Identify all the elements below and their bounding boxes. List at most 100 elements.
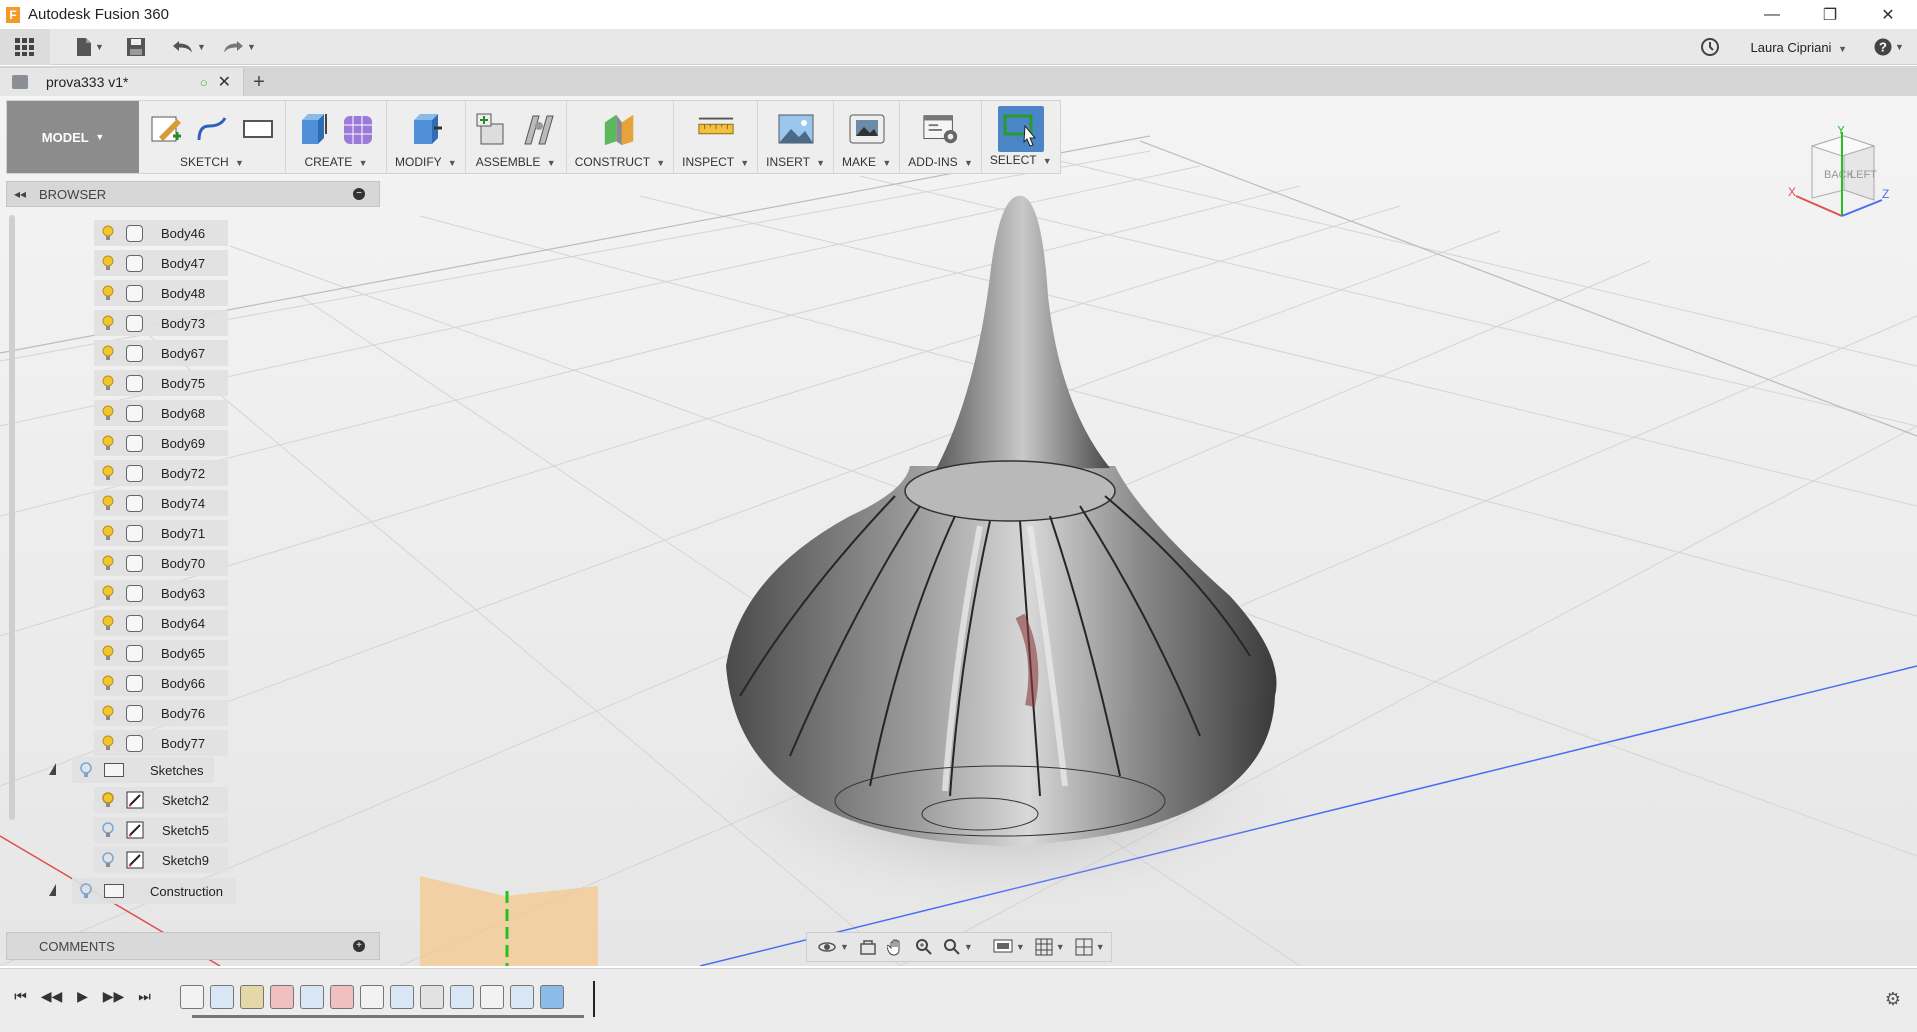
cube-face-left[interactable]: LEFT xyxy=(1850,169,1877,181)
visibility-bulb-icon[interactable] xyxy=(100,405,116,421)
assemble-menu[interactable]: ASSEMBLE ▼ xyxy=(476,155,556,169)
insert-image-button[interactable] xyxy=(777,110,815,148)
browser-body-row[interactable]: Body63 xyxy=(94,580,228,606)
browser-body-row[interactable]: Body66 xyxy=(94,670,228,696)
offset-plane-button[interactable] xyxy=(601,110,639,148)
workspace-switcher[interactable]: MODEL ▼ xyxy=(7,101,139,173)
browser-body-row[interactable]: Body64 xyxy=(94,610,228,636)
timeline-feature-plane-icon[interactable] xyxy=(240,985,264,1009)
browser-sketch-row[interactable]: Sketch5 xyxy=(94,817,228,843)
file-menu-button[interactable]: ▼ xyxy=(64,29,116,65)
timeline-feature-sphere-icon[interactable] xyxy=(540,985,564,1009)
browser-sketch-row[interactable]: Sketch9 xyxy=(94,847,228,873)
visibility-bulb-icon[interactable] xyxy=(100,495,116,511)
minimize-button[interactable]: — xyxy=(1743,0,1801,29)
grid-settings-button[interactable]: ▼ xyxy=(1031,934,1069,960)
browser-body-row[interactable]: Body76 xyxy=(94,700,228,726)
visibility-bulb-icon[interactable] xyxy=(100,255,116,271)
timeline-feature-plane-icon[interactable] xyxy=(300,985,324,1009)
measure-button[interactable] xyxy=(697,110,735,148)
expand-sketches-icon[interactable] xyxy=(49,763,56,775)
visibility-bulb-icon[interactable] xyxy=(100,675,116,691)
add-comment-icon[interactable]: + xyxy=(353,940,365,952)
viewports-button[interactable]: ▼ xyxy=(1071,934,1109,960)
data-panel-button[interactable] xyxy=(0,28,50,65)
save-button[interactable] xyxy=(116,29,156,65)
new-component-button[interactable] xyxy=(474,110,512,148)
timeline-feature-sketch-icon[interactable] xyxy=(360,985,384,1009)
comments-panel-header[interactable]: COMMENTS + xyxy=(6,932,380,960)
visibility-bulb-icon[interactable] xyxy=(100,585,116,601)
create-sketch-button[interactable] xyxy=(147,110,185,148)
visibility-bulb-icon[interactable] xyxy=(100,435,116,451)
inspect-menu[interactable]: INSPECT ▼ xyxy=(682,155,749,169)
browser-body-row[interactable]: Body77 xyxy=(94,730,228,756)
timeline-feature-combine-icon[interactable] xyxy=(450,985,474,1009)
expand-construction-icon[interactable] xyxy=(49,884,56,896)
browser-body-row[interactable]: Body46 xyxy=(94,220,228,246)
visibility-bulb-icon[interactable] xyxy=(100,645,116,661)
minimize-panel-icon[interactable]: − xyxy=(353,188,365,200)
look-at-button[interactable] xyxy=(855,934,881,960)
visibility-bulb-icon[interactable] xyxy=(100,792,116,808)
browser-scrollbar[interactable] xyxy=(9,215,15,820)
view-cube[interactable]: BACK LEFT X Y Z xyxy=(1782,123,1892,226)
visibility-bulb-icon[interactable] xyxy=(100,615,116,631)
redo-button[interactable]: ▼ xyxy=(214,29,264,65)
addins-menu[interactable]: ADD-INS ▼ xyxy=(908,155,973,169)
form-button[interactable] xyxy=(340,110,378,148)
browser-body-row[interactable]: Body48 xyxy=(94,280,228,306)
undo-button[interactable]: ▼ xyxy=(164,29,214,65)
browser-body-row[interactable]: Body69 xyxy=(94,430,228,456)
visibility-bulb-icon[interactable] xyxy=(100,465,116,481)
timeline-feature-surface-icon[interactable] xyxy=(270,985,294,1009)
folder-construction[interactable]: Construction xyxy=(72,878,236,904)
collapse-panel-icon[interactable]: ◂◂ xyxy=(7,187,33,201)
create-menu[interactable]: CREATE ▼ xyxy=(304,155,367,169)
visibility-bulb-icon[interactable] xyxy=(100,705,116,721)
browser-body-row[interactable]: Body72 xyxy=(94,460,228,486)
close-tab-icon[interactable]: ✕ xyxy=(218,72,231,92)
visibility-bulb-icon[interactable] xyxy=(100,285,116,301)
browser-body-row[interactable]: Body71 xyxy=(94,520,228,546)
3d-print-button[interactable] xyxy=(848,110,886,148)
extrude-button[interactable] xyxy=(294,110,332,148)
visibility-bulb-icon[interactable] xyxy=(78,883,94,899)
timeline-settings-gear-icon[interactable]: ⚙ xyxy=(1885,989,1901,1010)
sketch-menu[interactable]: SKETCH ▼ xyxy=(180,155,244,169)
job-status-button[interactable] xyxy=(1695,29,1725,65)
display-settings-button[interactable]: ▼ xyxy=(989,934,1029,960)
document-tab[interactable]: prova333 v1* ○ ✕ xyxy=(0,68,244,96)
go-to-start-button[interactable]: ⏮ xyxy=(8,983,33,1009)
browser-body-row[interactable]: Body68 xyxy=(94,400,228,426)
restore-button[interactable]: ❐ xyxy=(1801,0,1859,29)
help-button[interactable]: ? ▼ xyxy=(1869,29,1909,65)
timeline-feature-extrude-icon[interactable] xyxy=(390,985,414,1009)
browser-body-row[interactable]: Body70 xyxy=(94,550,228,576)
timeline-feature-move-icon[interactable] xyxy=(420,985,444,1009)
construct-menu[interactable]: CONSTRUCT ▼ xyxy=(575,155,665,169)
line-tool-button[interactable] xyxy=(193,110,231,148)
browser-body-row[interactable]: Body74 xyxy=(94,490,228,516)
browser-body-row[interactable]: Body67 xyxy=(94,340,228,366)
timeline-feature-revolve-icon[interactable] xyxy=(210,985,234,1009)
visibility-bulb-icon[interactable] xyxy=(100,225,116,241)
close-window-button[interactable]: ✕ xyxy=(1859,0,1917,29)
rectangle-tool-button[interactable] xyxy=(239,110,277,148)
visibility-bulb-icon[interactable] xyxy=(100,525,116,541)
timeline-feature-sketch-icon[interactable] xyxy=(480,985,504,1009)
visibility-bulb-icon[interactable] xyxy=(100,345,116,361)
insert-menu[interactable]: INSERT ▼ xyxy=(766,155,825,169)
visibility-bulb-icon[interactable] xyxy=(100,315,116,331)
visibility-bulb-icon[interactable] xyxy=(100,735,116,751)
timeline-marker[interactable] xyxy=(593,981,595,1017)
visibility-bulb-icon[interactable] xyxy=(78,762,94,778)
timeline-feature-extrude-icon[interactable] xyxy=(510,985,534,1009)
select-button[interactable] xyxy=(997,106,1044,152)
folder-sketches[interactable]: Sketches xyxy=(72,757,214,783)
browser-sketch-row[interactable]: Sketch2 xyxy=(94,787,228,813)
timeline-feature-surface-icon[interactable] xyxy=(330,985,354,1009)
visibility-bulb-icon[interactable] xyxy=(100,852,116,868)
play-button[interactable]: ▶ xyxy=(70,983,95,1009)
canvas-viewport[interactable] xyxy=(0,96,1917,966)
